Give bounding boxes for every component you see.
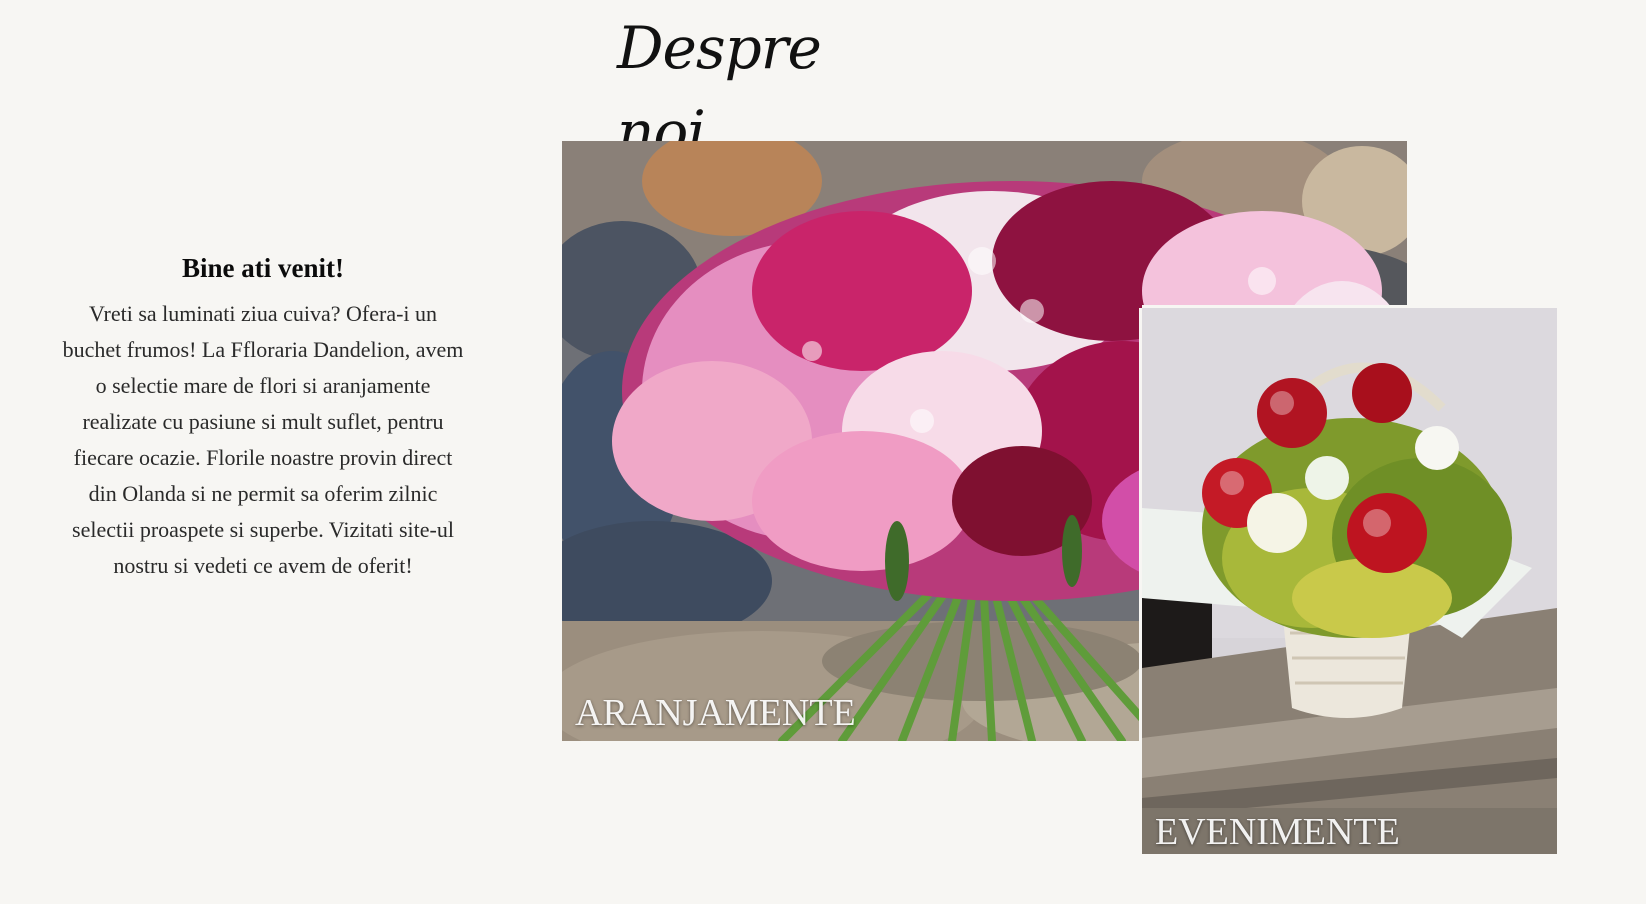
intro-body: Vreti sa luminati ziua cuiva? Ofera-i un…: [62, 301, 464, 578]
intro-section: Bine ati venit! Vreti sa luminati ziua c…: [58, 250, 468, 584]
intro-heading: Bine ati venit!: [182, 253, 344, 283]
roses-basket-photo: [1142, 308, 1557, 854]
category-tile-evenimente[interactable]: EVENIMENTE: [1142, 308, 1557, 854]
tile-caption-evenimente: EVENIMENTE: [1155, 811, 1400, 853]
tile-caption-aranjamente: ARANJAMENTE: [575, 692, 856, 734]
